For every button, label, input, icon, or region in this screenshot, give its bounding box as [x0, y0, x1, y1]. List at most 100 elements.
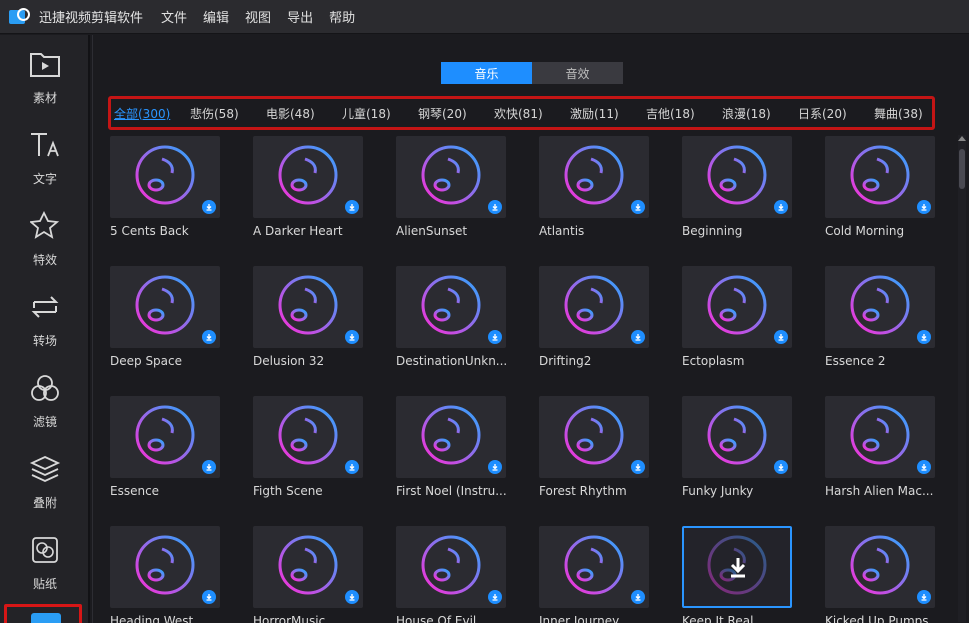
download-icon[interactable]: [917, 330, 931, 344]
download-icon[interactable]: [917, 460, 931, 474]
download-icon[interactable]: [345, 590, 359, 604]
download-icon[interactable]: [774, 330, 788, 344]
download-icon[interactable]: [631, 460, 645, 474]
category-inspire[interactable]: 激励(11): [570, 105, 646, 122]
category-romantic[interactable]: 浪漫(18): [722, 105, 798, 122]
download-icon[interactable]: [917, 590, 931, 604]
download-icon[interactable]: [202, 200, 216, 214]
category-cheerful[interactable]: 欢快(81): [494, 105, 570, 122]
music-thumbnail[interactable]: [253, 396, 363, 478]
menu-view[interactable]: 视图: [245, 7, 271, 26]
music-thumbnail[interactable]: [110, 266, 220, 348]
download-icon[interactable]: [488, 330, 502, 344]
download-icon[interactable]: [202, 590, 216, 604]
music-thumbnail[interactable]: [682, 526, 792, 608]
music-item-card[interactable]: Cold Morning: [825, 136, 935, 238]
category-dance[interactable]: 舞曲(38): [874, 105, 930, 122]
music-item-card[interactable]: AlienSunset: [396, 136, 506, 238]
download-overlay-icon[interactable]: [728, 556, 748, 582]
sidebar-item-effects[interactable]: 特效: [0, 197, 90, 273]
category-japanese[interactable]: 日系(20): [798, 105, 874, 122]
download-icon[interactable]: [631, 200, 645, 214]
music-item-card[interactable]: Ectoplasm: [682, 266, 792, 368]
music-thumbnail[interactable]: [539, 266, 649, 348]
sidebar-item-text[interactable]: 文字: [0, 116, 90, 192]
music-thumbnail[interactable]: [682, 136, 792, 218]
music-thumbnail[interactable]: [682, 396, 792, 478]
music-thumbnail[interactable]: [396, 136, 506, 218]
music-thumbnail[interactable]: [396, 396, 506, 478]
music-item-card[interactable]: Funky Junky: [682, 396, 792, 498]
music-thumbnail[interactable]: [539, 526, 649, 608]
category-kids[interactable]: 儿童(18): [342, 105, 418, 122]
music-thumbnail[interactable]: [396, 266, 506, 348]
music-thumbnail[interactable]: [825, 266, 935, 348]
download-icon[interactable]: [774, 460, 788, 474]
music-thumbnail[interactable]: [253, 526, 363, 608]
download-icon[interactable]: [631, 590, 645, 604]
music-item-card[interactable]: 5 Cents Back: [110, 136, 220, 238]
music-item-card[interactable]: Kicked Up Pumps: [825, 526, 935, 623]
music-item-card[interactable]: Harsh Alien Mac...: [825, 396, 935, 498]
music-thumbnail[interactable]: [110, 396, 220, 478]
sidebar-item-media[interactable]: 素材: [0, 35, 90, 111]
music-item-card[interactable]: Heading West: [110, 526, 220, 623]
download-icon[interactable]: [488, 460, 502, 474]
menu-help[interactable]: 帮助: [329, 7, 355, 26]
download-icon[interactable]: [488, 200, 502, 214]
category-all[interactable]: 全部(300): [114, 105, 190, 122]
sidebar-item-transition[interactable]: 转场: [0, 278, 90, 354]
music-item-card[interactable]: DestinationUnkn...: [396, 266, 507, 368]
download-icon[interactable]: [345, 330, 359, 344]
scroll-thumb[interactable]: [959, 149, 965, 189]
music-thumbnail[interactable]: [110, 136, 220, 218]
music-thumbnail[interactable]: [539, 136, 649, 218]
music-thumbnail[interactable]: [682, 266, 792, 348]
music-item-card[interactable]: Delusion 32: [253, 266, 363, 368]
music-item-card[interactable]: Essence: [110, 396, 220, 498]
menu-file[interactable]: 文件: [161, 7, 187, 26]
music-thumbnail[interactable]: [825, 526, 935, 608]
download-icon[interactable]: [202, 330, 216, 344]
music-thumbnail[interactable]: [396, 526, 506, 608]
music-item-card[interactable]: A Darker Heart: [253, 136, 363, 238]
music-thumbnail[interactable]: [253, 136, 363, 218]
music-item-card[interactable]: Beginning: [682, 136, 792, 238]
music-thumbnail[interactable]: [110, 526, 220, 608]
music-item-card[interactable]: Atlantis: [539, 136, 649, 238]
download-icon[interactable]: [631, 330, 645, 344]
music-item-card[interactable]: Forest Rhythm: [539, 396, 649, 498]
menu-export[interactable]: 导出: [287, 7, 313, 26]
music-item-card[interactable]: Keep It Real: [682, 526, 792, 623]
menu-edit[interactable]: 编辑: [203, 7, 229, 26]
sidebar-item-sticker[interactable]: 贴纸: [0, 521, 90, 597]
download-icon[interactable]: [345, 460, 359, 474]
tab-music[interactable]: 音乐: [441, 62, 532, 84]
music-item-card[interactable]: Figth Scene: [253, 396, 363, 498]
category-movie[interactable]: 电影(48): [266, 105, 342, 122]
sidebar-item-music-active[interactable]: [4, 604, 82, 623]
category-sad[interactable]: 悲伤(58): [190, 105, 266, 122]
sidebar-item-overlay[interactable]: 叠附: [0, 440, 90, 516]
download-icon[interactable]: [488, 590, 502, 604]
scrollbar[interactable]: [958, 135, 966, 622]
music-item-card[interactable]: HorrorMusic: [253, 526, 363, 623]
category-piano[interactable]: 钢琴(20): [418, 105, 494, 122]
music-item-card[interactable]: House Of Evil: [396, 526, 506, 623]
music-thumbnail[interactable]: [539, 396, 649, 478]
download-icon[interactable]: [345, 200, 359, 214]
download-icon[interactable]: [202, 460, 216, 474]
sidebar-item-filter[interactable]: 滤镜: [0, 359, 90, 435]
download-icon[interactable]: [774, 200, 788, 214]
music-item-card[interactable]: Essence 2: [825, 266, 935, 368]
music-item-card[interactable]: Drifting2: [539, 266, 649, 368]
scroll-up-arrow-icon[interactable]: [958, 135, 966, 145]
tab-sound-effects[interactable]: 音效: [532, 62, 623, 84]
category-guitar[interactable]: 吉他(18): [646, 105, 722, 122]
download-icon[interactable]: [917, 200, 931, 214]
music-item-card[interactable]: Deep Space: [110, 266, 220, 368]
music-thumbnail[interactable]: [825, 136, 935, 218]
music-thumbnail[interactable]: [253, 266, 363, 348]
music-thumbnail[interactable]: [825, 396, 935, 478]
music-item-card[interactable]: First Noel (Instru...: [396, 396, 507, 498]
